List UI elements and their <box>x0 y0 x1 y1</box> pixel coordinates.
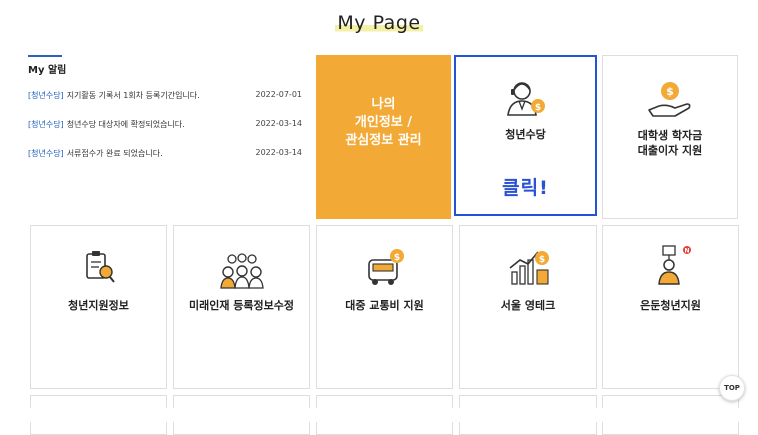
notification-category: [청년수당] <box>28 91 64 100</box>
notification-item[interactable]: [청년수당] 서류접수가 완료 되었습니다. 2022-03-14 <box>28 148 306 162</box>
youth-allowance-label: 청년수당 <box>505 128 546 141</box>
page-bottom-fade <box>0 408 758 422</box>
seoul-youngtech-label: 서울 영테크 <box>500 299 556 312</box>
notifications-panel: My 알림 [청년수당] 지기활동 기록서 1회차 등록기간입니다. 2022-0… <box>28 55 306 215</box>
reclusive-youth-card[interactable]: N 은둔청년지원 <box>602 225 739 389</box>
youth-info-label: 청년지원정보 <box>68 299 129 312</box>
youth-info-card[interactable]: 청년지원정보 <box>30 225 167 389</box>
hand-coin-icon: $ <box>647 80 693 124</box>
growth-chart-coin-icon: $ <box>506 248 550 292</box>
future-talent-card[interactable]: 미래인재 등록정보수정 <box>173 225 310 389</box>
student-loan-card[interactable]: $ 대학생 학자금 대출이자 지원 <box>602 55 738 219</box>
consultant-coin-icon: $ <box>504 79 548 123</box>
page-title-text: My Page <box>335 12 423 34</box>
notification-date: 2022-03-14 <box>255 148 303 157</box>
notification-category: [청년수당] <box>28 120 64 129</box>
svg-text:$: $ <box>539 255 545 265</box>
transit-label: 대중 교통비 지원 <box>345 299 424 312</box>
svg-text:$: $ <box>666 85 674 98</box>
transit-card[interactable]: $ 대중 교통비 지원 <box>316 225 453 389</box>
svg-text:N: N <box>684 248 689 255</box>
personal-info-label: 나의 개인정보 / 관심정보 관리 <box>345 97 422 148</box>
seoul-youngtech-card[interactable]: $ 서울 영테크 <box>459 225 597 389</box>
notification-item[interactable]: [청년수당] 지기활동 기록서 1회차 등록기간입니다. 2022-07-01 <box>28 90 306 104</box>
notifications-heading: My 알림 <box>28 65 67 76</box>
person-sign-icon: N <box>649 244 693 292</box>
student-loan-label: 대학생 학자금 대출이자 지원 <box>637 129 703 157</box>
notifications-rule <box>28 55 62 57</box>
reclusive-youth-label: 은둔청년지원 <box>640 299 701 312</box>
notification-date: 2022-03-14 <box>255 119 303 128</box>
youth-allowance-card[interactable]: $ 청년수당 클릭! <box>454 55 597 216</box>
notification-text: 서류접수가 완료 되었습니다. <box>66 149 163 158</box>
notification-category: [청년수당] <box>28 149 64 158</box>
scroll-top-button[interactable]: TOP <box>719 375 745 401</box>
page-title: My Page <box>0 12 758 34</box>
svg-text:$: $ <box>393 253 399 263</box>
personal-info-card[interactable]: 나의 개인정보 / 관심정보 관리 <box>316 55 451 219</box>
bus-coin-icon: $ <box>363 248 407 292</box>
future-talent-label: 미래인재 등록정보수정 <box>188 299 295 312</box>
notification-date: 2022-07-01 <box>255 90 303 99</box>
notification-item[interactable]: [청년수당] 청년수당 대상자에 확정되었습니다. 2022-03-14 <box>28 119 306 133</box>
notification-text: 청년수당 대상자에 확정되었습니다. <box>66 120 185 129</box>
people-group-icon <box>219 250 264 294</box>
notification-text: 지기활동 기록서 1회차 등록기간입니다. <box>66 91 200 100</box>
svg-text:$: $ <box>534 103 540 113</box>
click-callout: 클릭! <box>502 177 549 199</box>
clipboard-search-icon <box>81 250 117 288</box>
